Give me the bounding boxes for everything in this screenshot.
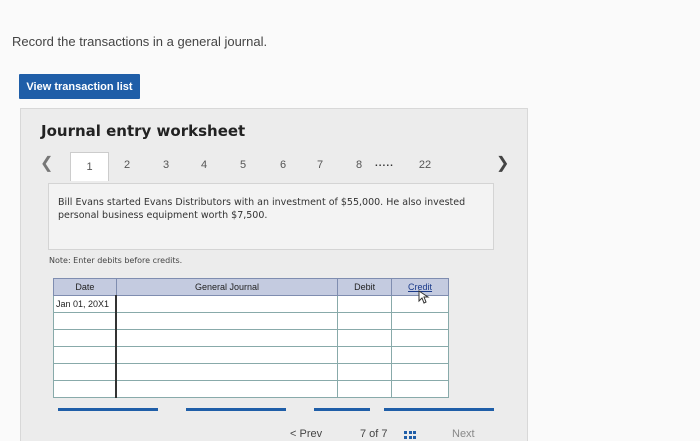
tab-2[interactable]: 2 [118,152,136,177]
instruction-text: Record the transactions in a general jou… [12,34,268,49]
transaction-description: Bill Evans started Evans Distributors wi… [58,197,466,221]
page-indicator: 7 of 7 [360,428,388,440]
debit-cell[interactable] [337,363,393,381]
prev-label: Prev [299,428,323,440]
tab-3[interactable]: 3 [157,152,175,177]
tab-22[interactable]: 22 [414,152,436,177]
header-general-journal: General Journal [115,278,339,296]
chevron-left-small-icon: < [290,428,297,440]
debit-cell[interactable] [337,380,393,398]
tab-underline-bar [314,408,370,411]
prev-button[interactable]: < Prev [290,428,322,440]
table-row [53,346,449,364]
date-cell[interactable] [53,380,117,398]
credit-cell[interactable] [391,363,449,381]
debit-cell[interactable] [337,312,393,330]
tab-8[interactable]: 8 [350,152,368,177]
date-cell[interactable] [53,312,117,330]
tab-1[interactable]: 1 [70,152,109,181]
debit-cell[interactable] [337,295,393,313]
table-row [53,363,449,381]
account-cell[interactable] [115,380,339,398]
tab-ellipsis: ..... [375,158,394,169]
tab-6[interactable]: 6 [274,152,292,177]
credit-cell[interactable] [391,346,449,364]
credit-cell[interactable] [391,312,449,330]
date-cell[interactable] [53,346,117,364]
date-cell[interactable]: Jan 01, 20X1 [53,295,117,313]
note-text: Note: Enter debits before credits. [49,256,183,265]
tab-underline-bar [186,408,286,411]
account-cell[interactable] [115,346,339,364]
credit-cell[interactable] [391,380,449,398]
tab-7[interactable]: 7 [311,152,329,177]
account-cell[interactable] [115,312,339,330]
next-label: Next [452,428,475,440]
tab-5[interactable]: 5 [234,152,252,177]
grid-icon[interactable] [404,431,416,440]
next-button[interactable]: Next [452,428,475,440]
journal-header-row: Date General Journal Debit Credit [53,278,449,296]
table-row: Jan 01, 20X1 [53,295,449,313]
header-debit: Debit [337,278,393,296]
header-date: Date [53,278,117,296]
date-cell[interactable] [53,329,117,347]
credit-cell[interactable] [391,329,449,347]
tab-underline-bar [58,408,158,411]
table-row [53,312,449,330]
chevron-right-icon[interactable]: ❯ [496,154,509,174]
debit-cell[interactable] [337,346,393,364]
table-row [53,380,449,398]
journal-table: Date General Journal Debit Credit Jan 01… [53,278,449,398]
account-cell[interactable] [115,329,339,347]
date-cell[interactable] [53,363,117,381]
transaction-description-box: Bill Evans started Evans Distributors wi… [48,183,494,250]
table-row [53,329,449,347]
account-cell[interactable] [115,363,339,381]
mouse-cursor-icon [418,290,430,304]
tab-underline-bar [384,408,494,411]
tab-4[interactable]: 4 [195,152,213,177]
view-transaction-list-button[interactable]: View transaction list [19,74,140,99]
worksheet-title: Journal entry worksheet [41,122,246,140]
chevron-left-icon[interactable]: ❮ [40,154,53,174]
debit-cell[interactable] [337,329,393,347]
account-cell[interactable] [115,295,339,313]
